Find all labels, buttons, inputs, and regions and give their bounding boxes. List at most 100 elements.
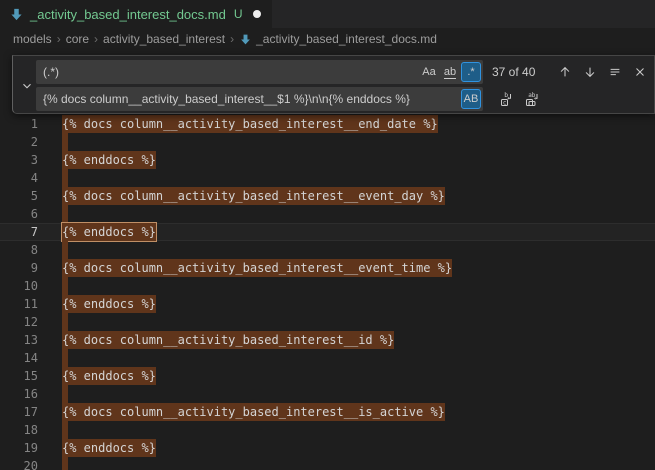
- find-match: [62, 133, 68, 151]
- find-match: [62, 277, 68, 295]
- line-number[interactable]: 20: [0, 457, 38, 470]
- close-icon: [633, 65, 647, 79]
- regex-toggle[interactable]: .*: [461, 62, 481, 82]
- whole-word-toggle[interactable]: ab: [440, 62, 460, 82]
- line-number[interactable]: 5: [0, 187, 38, 205]
- line-number[interactable]: 18: [0, 421, 38, 439]
- find-match: {% docs column__activity_based_interest_…: [62, 115, 438, 133]
- code-line[interactable]: 7 {% enddocs %}: [0, 223, 655, 241]
- line-content: [62, 241, 68, 259]
- arrow-down-icon: [583, 65, 597, 79]
- find-match: [62, 421, 68, 439]
- breadcrumb-item[interactable]: models: [13, 32, 52, 46]
- find-match: {% enddocs %}: [62, 439, 156, 457]
- line-number[interactable]: 6: [0, 205, 38, 223]
- line-number[interactable]: 11: [0, 295, 38, 313]
- find-match: {% docs column__activity_based_interest_…: [62, 331, 394, 349]
- code-line[interactable]: 16: [0, 385, 655, 403]
- code-line[interactable]: 2: [0, 133, 655, 151]
- line-number[interactable]: 9: [0, 259, 38, 277]
- code-line[interactable]: 1 {% docs column__activity_based_interest…: [0, 115, 655, 133]
- tab-bar: _activity_based_interest_docs.md U: [0, 0, 655, 28]
- line-content: {% enddocs %}: [62, 367, 156, 385]
- find-input[interactable]: (.*) Aa ab .*: [36, 60, 483, 84]
- code-line[interactable]: 10: [0, 277, 655, 295]
- line-number[interactable]: 8: [0, 241, 38, 259]
- code-lines: 1 {% docs column__activity_based_interest…: [0, 115, 655, 470]
- breadcrumb-separator: ›: [94, 32, 98, 46]
- replace-input[interactable]: {% docs column__activity_based_interest_…: [36, 87, 483, 111]
- line-number[interactable]: 16: [0, 385, 38, 403]
- tab-active-file[interactable]: _activity_based_interest_docs.md U: [0, 0, 272, 28]
- chevron-down-icon: [20, 79, 34, 93]
- match-count: 37 of 40: [492, 65, 550, 79]
- line-number[interactable]: 1: [0, 115, 38, 133]
- code-line[interactable]: 9 {% docs column__activity_based_interest…: [0, 259, 655, 277]
- line-content: {% docs column__activity_based_interest_…: [62, 331, 394, 349]
- replace-one-button[interactable]: b c: [496, 89, 517, 110]
- replace-input-value: {% docs column__activity_based_interest_…: [36, 92, 460, 106]
- close-find-button[interactable]: [629, 62, 650, 83]
- line-number[interactable]: 12: [0, 313, 38, 331]
- code-line[interactable]: 3 {% enddocs %}: [0, 151, 655, 169]
- line-number[interactable]: 4: [0, 169, 38, 187]
- breadcrumb-item[interactable]: activity_based_interest: [103, 32, 225, 46]
- toggle-replace-button[interactable]: [17, 75, 36, 96]
- breadcrumb-file[interactable]: _activity_based_interest_docs.md: [239, 32, 437, 46]
- match-case-toggle[interactable]: Aa: [419, 62, 439, 82]
- find-match: {% docs column__activity_based_interest_…: [62, 187, 445, 205]
- find-replace-widget: (.*) Aa ab .* 37 of 40: [12, 55, 655, 114]
- line-content: [62, 169, 68, 187]
- code-line[interactable]: 5 {% docs column__activity_based_interest…: [0, 187, 655, 205]
- markdown-file-icon: [239, 33, 252, 46]
- line-number[interactable]: 2: [0, 133, 38, 151]
- line-number[interactable]: 7: [0, 223, 38, 241]
- breadcrumb-item[interactable]: core: [66, 32, 89, 46]
- line-number[interactable]: 15: [0, 367, 38, 385]
- find-match: {% docs column__activity_based_interest_…: [62, 259, 452, 277]
- find-match: [62, 241, 68, 259]
- line-content: [62, 205, 68, 223]
- find-match: {% enddocs %}: [62, 295, 156, 313]
- find-match: [62, 385, 68, 403]
- preserve-case-toggle[interactable]: AB: [461, 89, 481, 109]
- code-line[interactable]: 17 {% docs column__activity_based_interes…: [0, 403, 655, 421]
- code-line[interactable]: 13 {% docs column__activity_based_interes…: [0, 331, 655, 349]
- code-line[interactable]: 11 {% enddocs %}: [0, 295, 655, 313]
- vscode-window: _activity_based_interest_docs.md U model…: [0, 0, 655, 470]
- line-number[interactable]: 10: [0, 277, 38, 295]
- code-line[interactable]: 15 {% enddocs %}: [0, 367, 655, 385]
- line-content: {% enddocs %}: [62, 439, 156, 457]
- line-content: {% enddocs %}: [62, 223, 156, 241]
- line-content: {% enddocs %}: [62, 151, 156, 169]
- tab-title: _activity_based_interest_docs.md: [30, 7, 226, 22]
- find-in-selection-button[interactable]: [604, 62, 625, 83]
- line-content: {% docs column__activity_based_interest_…: [62, 403, 445, 421]
- line-number[interactable]: 13: [0, 331, 38, 349]
- line-content: [62, 385, 68, 403]
- code-line[interactable]: 14: [0, 349, 655, 367]
- line-content: [62, 277, 68, 295]
- code-line[interactable]: 20: [0, 457, 655, 470]
- line-number[interactable]: 3: [0, 151, 38, 169]
- line-number[interactable]: 17: [0, 403, 38, 421]
- line-number[interactable]: 19: [0, 439, 38, 457]
- previous-match-button[interactable]: [554, 62, 575, 83]
- find-match: [62, 457, 68, 470]
- code-line[interactable]: 6: [0, 205, 655, 223]
- svg-text:c: c: [502, 99, 506, 106]
- modified-dot-icon[interactable]: [253, 10, 261, 18]
- code-line[interactable]: 12: [0, 313, 655, 331]
- next-match-button[interactable]: [579, 62, 600, 83]
- breadcrumb-separator: ›: [230, 32, 234, 46]
- code-line[interactable]: 4: [0, 169, 655, 187]
- line-content: {% docs column__activity_based_interest_…: [62, 187, 445, 205]
- code-line[interactable]: 18: [0, 421, 655, 439]
- replace-all-button[interactable]: ab: [521, 89, 542, 110]
- code-line[interactable]: 8: [0, 241, 655, 259]
- line-content: [62, 313, 68, 331]
- line-number[interactable]: 14: [0, 349, 38, 367]
- find-match: {% enddocs %}: [62, 151, 156, 169]
- code-line[interactable]: 19 {% enddocs %}: [0, 439, 655, 457]
- line-content: [62, 421, 68, 439]
